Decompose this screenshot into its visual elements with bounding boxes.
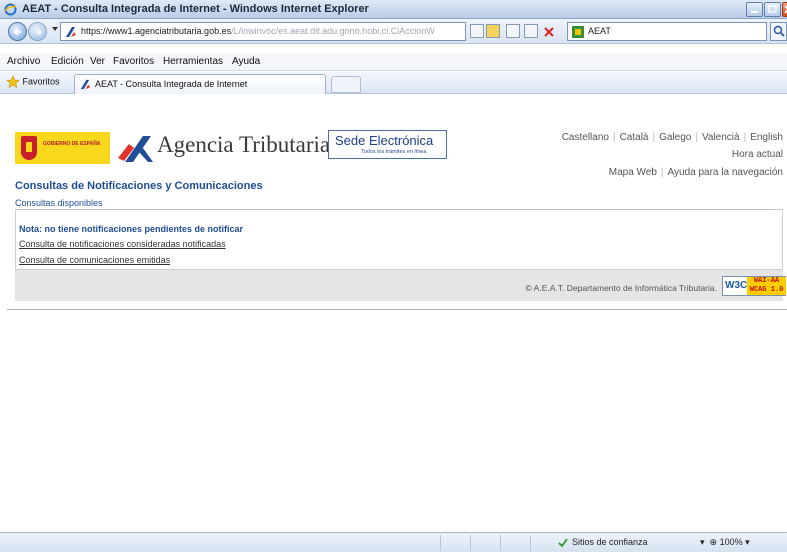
- minimize-icon: [751, 11, 758, 13]
- title-bar: AEAT - Consulta Integrada de Internet - …: [0, 0, 787, 19]
- aeat-favicon-icon: [66, 27, 76, 37]
- back-button[interactable]: [8, 22, 27, 41]
- page-footer: © A.E.A.T. Departamento de Informática T…: [15, 269, 786, 301]
- lang-catala[interactable]: Català: [620, 132, 649, 143]
- favorites-label: Favoritos: [22, 76, 60, 87]
- status-segment: [440, 535, 441, 551]
- divider: [7, 309, 787, 310]
- w3c-wai-badge[interactable]: W3C WAI-AA WCAG 1.0: [722, 276, 786, 296]
- address-field[interactable]: https://www1.agenciatributaria.gob.es/L/…: [60, 22, 466, 41]
- refresh-icon[interactable]: [524, 24, 538, 38]
- ayuda-navegacion-link[interactable]: Ayuda para la navegación: [668, 167, 783, 178]
- menu-bar: Archivo Edición Ver Favoritos Herramient…: [0, 54, 787, 71]
- lang-galego[interactable]: Galego: [659, 132, 691, 143]
- compatibility-view-icon[interactable]: [506, 24, 520, 38]
- utility-links: Mapa Web | Ayuda para la navegación: [608, 167, 783, 178]
- minimize-button[interactable]: [746, 2, 763, 17]
- notificaciones-link[interactable]: Consulta de notificaciones consideradas …: [19, 239, 226, 249]
- page-header: GOBIERNO DE ESPAÑA Agencia Tributaria Se…: [7, 94, 787, 314]
- mapa-web-link[interactable]: Mapa Web: [609, 167, 657, 178]
- search-provider-icon: [572, 26, 584, 38]
- window-title: AEAT - Consulta Integrada de Internet - …: [22, 3, 369, 15]
- security-zone[interactable]: Sitios de confianza: [558, 537, 648, 548]
- lang-valencia[interactable]: Valencià: [702, 132, 740, 143]
- search-button[interactable]: [770, 22, 787, 41]
- address-toolbar: https://www1.agenciatributaria.gob.es/L/…: [0, 19, 787, 44]
- favorites-star-icon: [6, 75, 20, 89]
- zoom-level[interactable]: ▾ ⊕ 100% ▾: [700, 537, 750, 548]
- search-value: AEAT: [588, 26, 611, 36]
- back-arrow-icon: [13, 28, 21, 36]
- w3c-label: W3C: [725, 280, 748, 291]
- new-tab-button[interactable]: [331, 76, 361, 93]
- address-url: https://www1.agenciatributaria.gob.es/L/…: [81, 26, 435, 36]
- comunicaciones-link[interactable]: Consulta de comunicaciones emitidas: [19, 255, 170, 265]
- forward-arrow-icon: [35, 28, 43, 36]
- status-segment: [500, 535, 501, 551]
- menu-archivo[interactable]: Archivo: [7, 56, 40, 67]
- history-dropdown-icon[interactable]: [52, 27, 58, 31]
- lang-english[interactable]: English: [750, 132, 783, 143]
- compatibility-dropdown-icon[interactable]: [470, 24, 484, 38]
- checkmark-icon: [558, 538, 568, 548]
- web-page: GOBIERNO DE ESPAÑA Agencia Tributaria Se…: [0, 94, 787, 532]
- status-bar: Sitios de confianza ▾ ⊕ 100% ▾: [0, 532, 787, 552]
- stop-icon[interactable]: [542, 24, 556, 38]
- consultas-disponibles-tab[interactable]: Consultas disponibles: [15, 198, 103, 208]
- copyright-text: © A.E.A.T. Departamento de Informática T…: [525, 283, 717, 293]
- restore-button[interactable]: [764, 2, 781, 17]
- protected-mode-icon: ▾: [700, 537, 710, 547]
- status-segment: [470, 535, 471, 551]
- wai-label: WAI-AA WCAG 1.0: [747, 277, 786, 295]
- close-button[interactable]: [782, 2, 787, 17]
- favorites-bar: Favoritos AEAT - Consulta Integrada de I…: [0, 72, 787, 94]
- browser-tab[interactable]: AEAT - Consulta Integrada de Internet: [74, 74, 326, 94]
- close-icon: [784, 5, 787, 14]
- lang-castellano[interactable]: Castellano: [562, 132, 609, 143]
- internet-explorer-icon: [4, 3, 17, 16]
- language-links: Castellano | Català | Galego | Valencià | Englis…: [561, 132, 783, 143]
- lock-icon[interactable]: [486, 24, 500, 38]
- menu-edicion[interactable]: Edición: [51, 56, 84, 67]
- menu-herramientas[interactable]: Herramientas: [163, 56, 223, 67]
- tab-label: AEAT - Consulta Integrada de Internet: [95, 79, 248, 89]
- favorites-button[interactable]: Favoritos: [6, 75, 60, 91]
- menu-favoritos[interactable]: Favoritos: [113, 56, 154, 67]
- nota-text: Nota: no tiene notificaciones pendientes…: [19, 224, 244, 234]
- restore-icon: [768, 5, 777, 13]
- status-segment: [530, 535, 531, 551]
- menu-ver[interactable]: Ver: [90, 56, 105, 67]
- aeat-favicon-icon: [80, 79, 91, 90]
- zoom-icon: ⊕: [709, 537, 720, 547]
- forward-button[interactable]: [28, 22, 47, 41]
- search-field[interactable]: AEAT: [567, 22, 767, 41]
- page-title: Consultas de Notificaciones y Comunicaci…: [15, 180, 263, 192]
- menu-ayuda[interactable]: Ayuda: [232, 56, 260, 67]
- hora-actual[interactable]: Hora actual: [7, 149, 783, 160]
- magnifier-icon: [773, 25, 785, 37]
